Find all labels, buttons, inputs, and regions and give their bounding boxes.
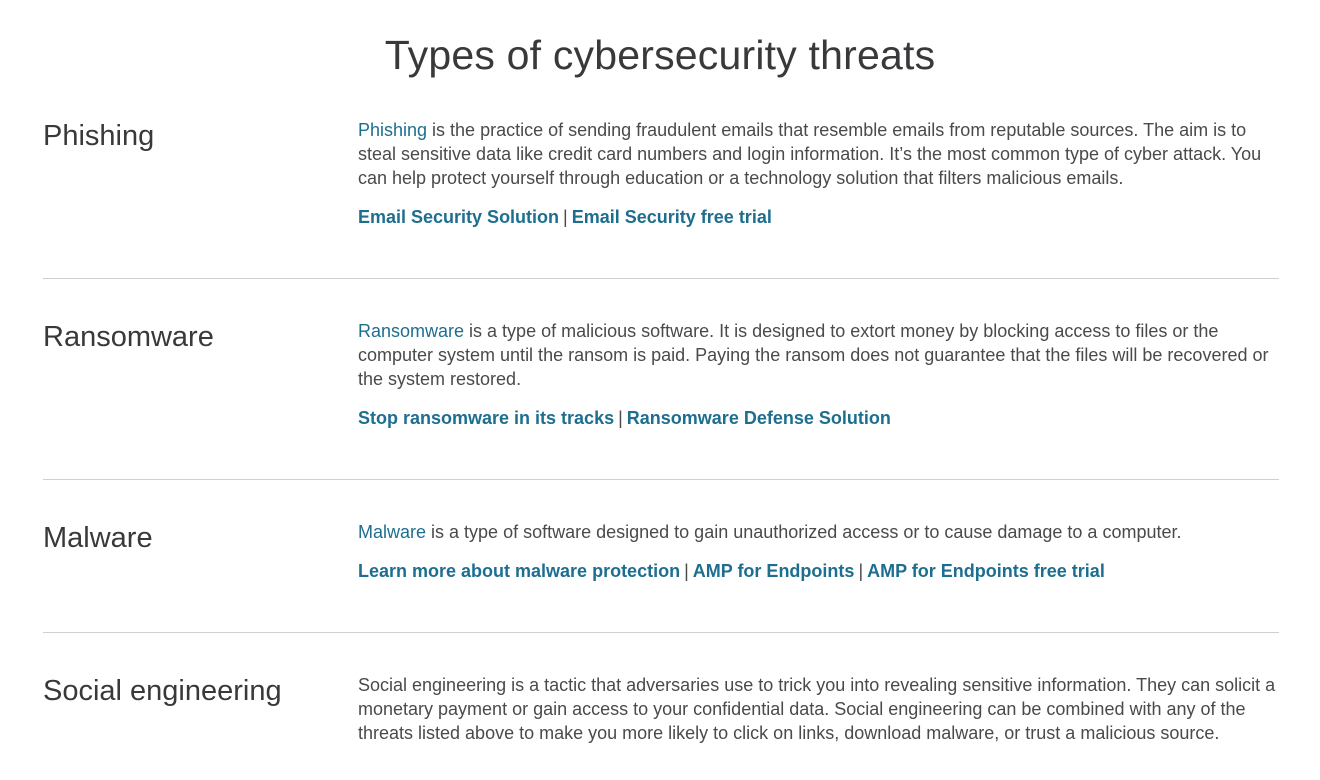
threat-body: Ransomware is a type of malicious softwa… (358, 319, 1280, 430)
section-divider (43, 632, 1279, 633)
threat-body: Social engineering is a tactic that adve… (358, 673, 1280, 745)
threat-heading: Phishing (43, 120, 155, 152)
threat-body: Malware is a type of software designed t… (358, 520, 1280, 583)
threat-heading: Ransomware (43, 321, 214, 353)
email-security-solution-link[interactable]: Email Security Solution (358, 207, 559, 227)
threat-description: Malware is a type of software designed t… (358, 520, 1280, 544)
description-text: is a type of software designed to gain u… (426, 522, 1182, 542)
amp-for-endpoints-link[interactable]: AMP for Endpoints (693, 561, 855, 581)
ransomware-defense-solution-link[interactable]: Ransomware Defense Solution (627, 408, 891, 428)
related-links: Email Security Solution | Email Security f… (358, 205, 1280, 229)
threat-heading: Malware (43, 522, 153, 554)
stop-ransomware-link[interactable]: Stop ransomware in its tracks (358, 408, 614, 428)
ransomware-link[interactable]: Ransomware (358, 321, 464, 341)
threat-description: Social engineering is a tactic that adve… (358, 675, 1276, 743)
malware-protection-link[interactable]: Learn more about malware protection (358, 561, 680, 581)
threat-description: Ransomware is a type of malicious softwa… (358, 319, 1280, 391)
threat-body: Phishing is the practice of sending frau… (358, 118, 1280, 229)
related-links: Stop ransomware in its tracks | Ransomware… (358, 406, 1280, 430)
threat-heading: Social engineering (43, 675, 282, 707)
link-separator: | (858, 561, 864, 581)
malware-link[interactable]: Malware (358, 522, 426, 542)
page-title: Types of cybersecurity threats (384, 32, 936, 78)
email-security-free-trial-link[interactable]: Email Security free trial (572, 207, 772, 227)
section-divider (43, 278, 1279, 279)
link-separator: | (618, 408, 623, 428)
link-separator: | (684, 561, 689, 581)
related-links: Learn more about malware protection | AMP … (358, 559, 1280, 583)
link-separator: | (563, 207, 568, 227)
description-text: is a type of malicious software. It is d… (358, 321, 1269, 389)
threat-description: Phishing is the practice of sending frau… (358, 118, 1280, 190)
description-text: is the practice of sending fraudulent em… (358, 120, 1262, 188)
phishing-link[interactable]: Phishing (358, 120, 427, 140)
amp-free-trial-link[interactable]: AMP for Endpoints free trial (867, 561, 1105, 581)
section-divider (43, 479, 1279, 480)
